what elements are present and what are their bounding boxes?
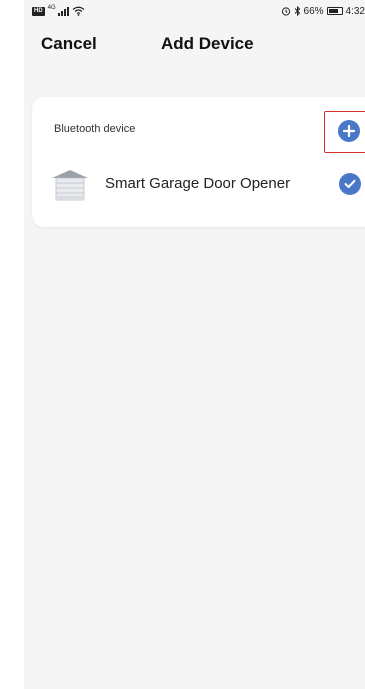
plus-icon bbox=[343, 125, 355, 137]
list-item[interactable]: Smart Garage Door Opener bbox=[32, 163, 365, 207]
checkmark-icon bbox=[344, 179, 356, 188]
battery-percent: 66% bbox=[303, 5, 324, 17]
bluetooth-device-card: Bluetooth device Smart Garage Door Opene… bbox=[32, 97, 365, 227]
app-screen: HD 4G 66% 4:32 Cancel Add Device Bluetoo… bbox=[24, 0, 365, 689]
status-bar: HD 4G 66% 4:32 bbox=[24, 0, 365, 22]
section-label: Bluetooth device bbox=[54, 123, 136, 135]
add-device-button[interactable] bbox=[338, 120, 360, 142]
garage-door-icon bbox=[52, 170, 88, 201]
page-title: Add Device bbox=[161, 34, 254, 53]
cancel-button[interactable]: Cancel bbox=[41, 34, 97, 54]
network-type-label: 4G bbox=[47, 5, 56, 11]
signal-icon bbox=[57, 6, 69, 16]
hd-badge: HD bbox=[32, 6, 45, 16]
device-name: Smart Garage Door Opener bbox=[105, 175, 291, 192]
battery-icon bbox=[326, 7, 343, 15]
clock: 4:32 bbox=[345, 5, 365, 17]
nav-bar: Cancel Add Device bbox=[24, 22, 365, 68]
alarm-icon bbox=[281, 7, 290, 16]
selected-check[interactable] bbox=[339, 173, 361, 195]
wifi-icon bbox=[72, 6, 85, 16]
bluetooth-icon bbox=[294, 6, 300, 16]
